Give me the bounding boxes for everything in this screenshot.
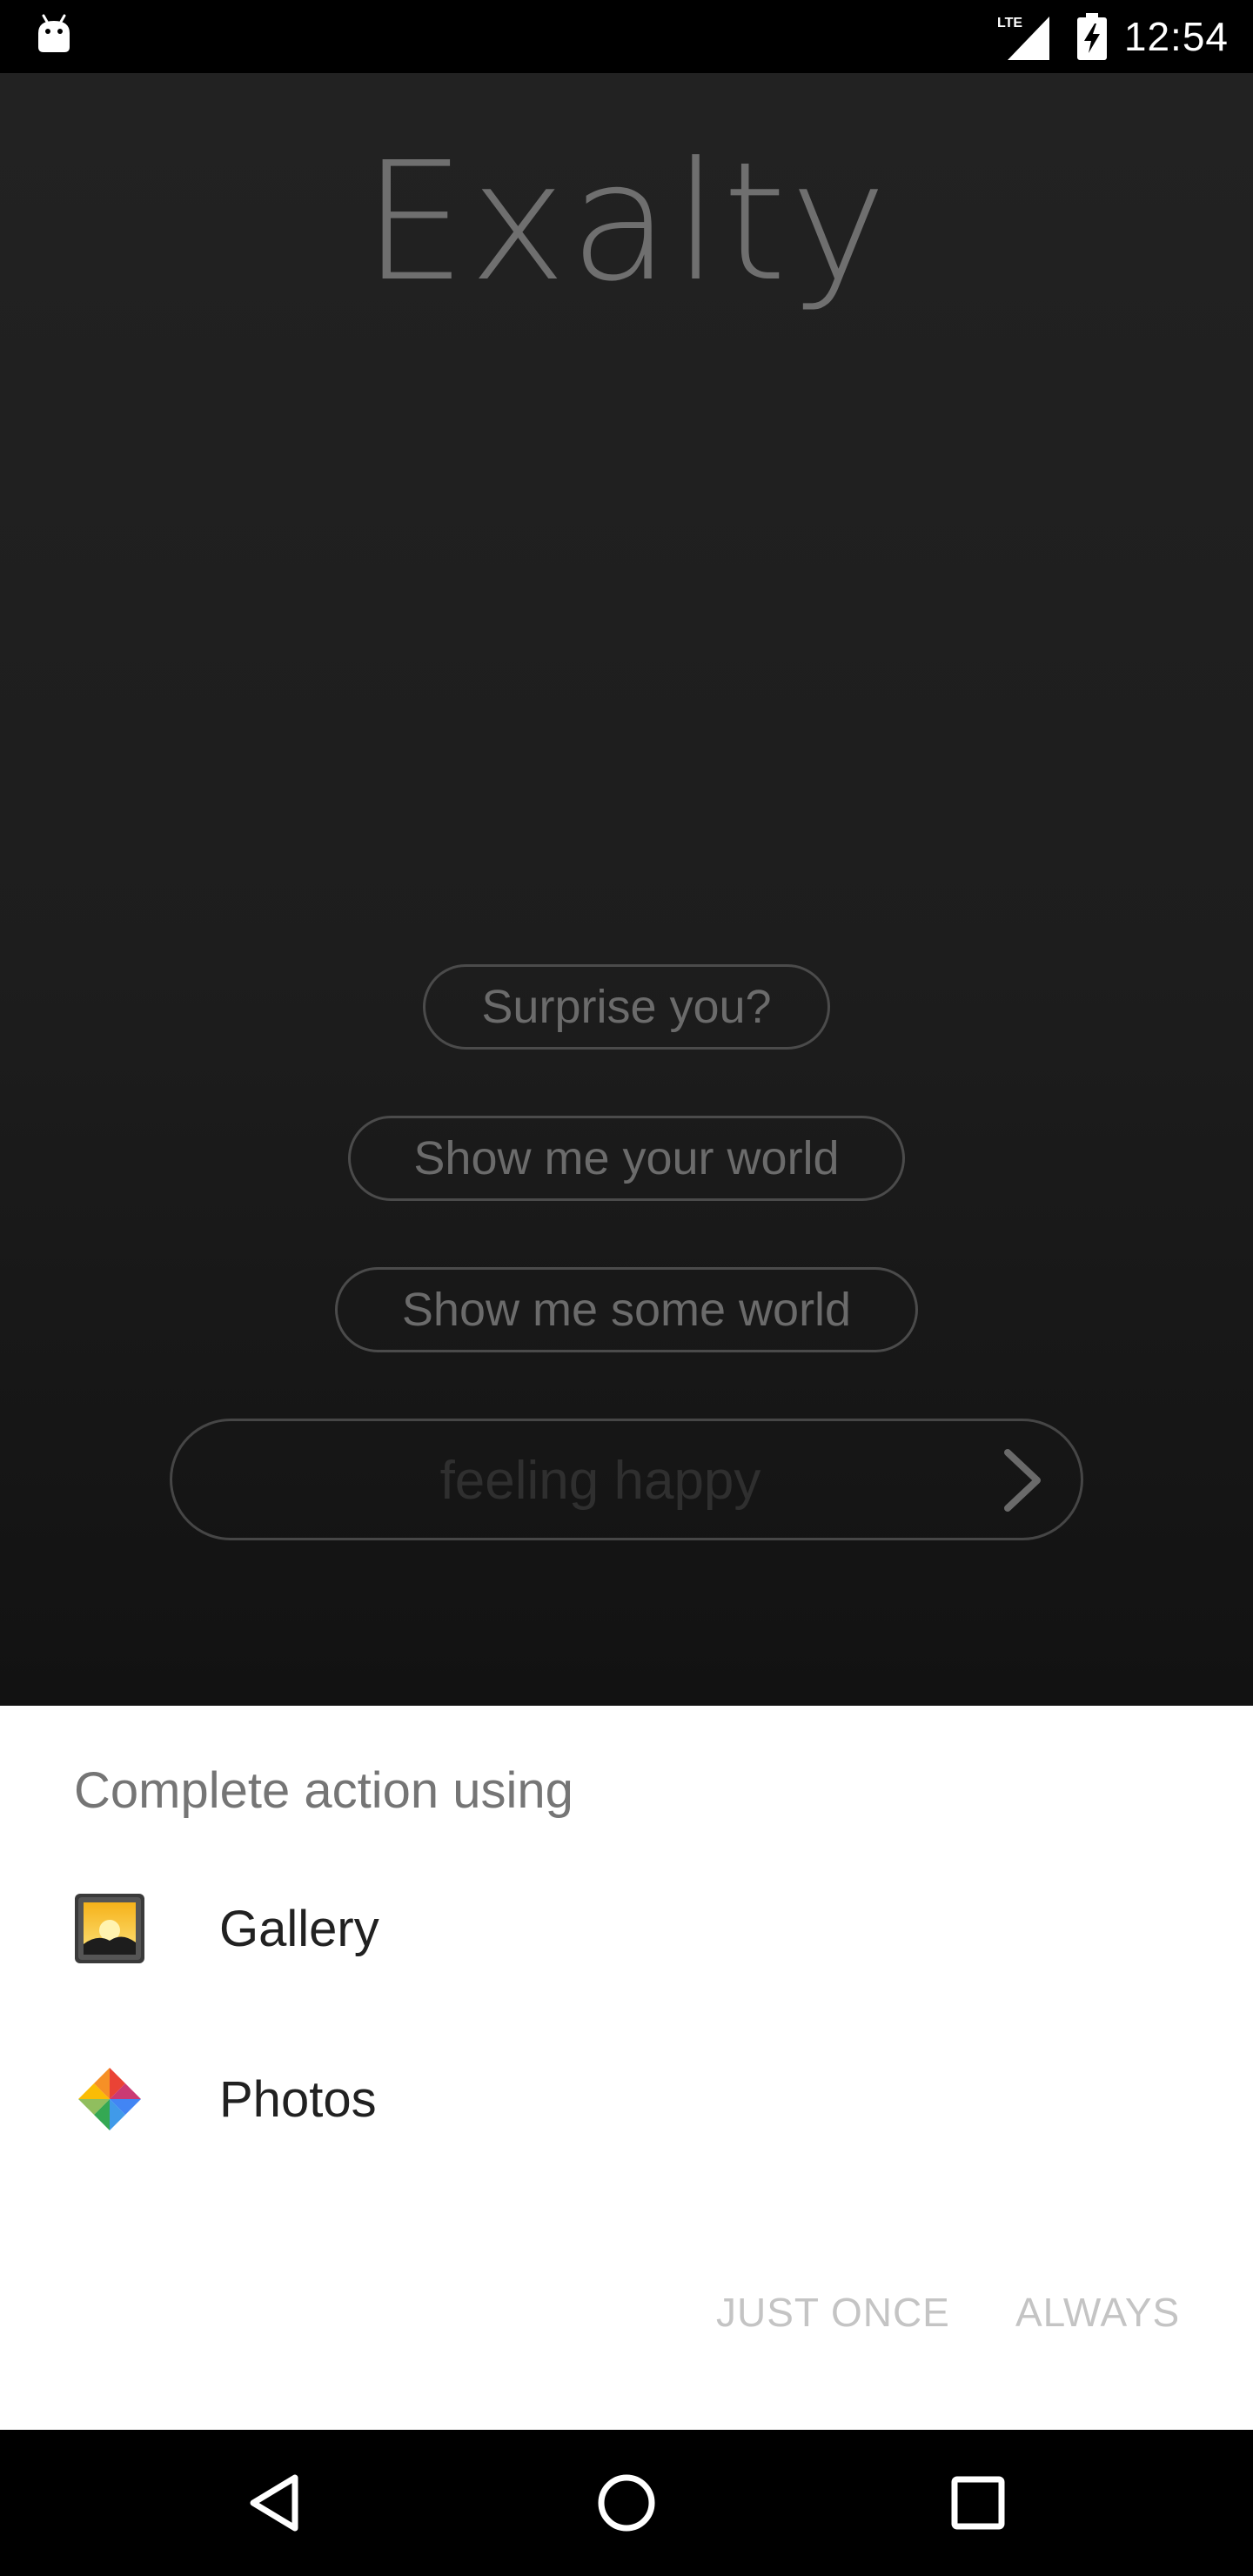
show-me-some-world-button[interactable]: Show me some world (335, 1267, 918, 1352)
status-bar: LTE 12:54 (0, 0, 1253, 73)
status-icons: LTE 12:54 (997, 0, 1229, 73)
chooser-title: Complete action using (74, 1762, 573, 1819)
back-button[interactable] (233, 2461, 317, 2545)
lte-label: LTE (997, 16, 1022, 30)
app-background: Exalty Surprise you? Show me your world … (0, 73, 1253, 1706)
always-button[interactable]: ALWAYS (1015, 2289, 1180, 2336)
lte-signal-icon: LTE (997, 16, 1049, 60)
screen: LTE 12:54 Exalty Surprise you? Show me y… (0, 0, 1253, 2576)
home-icon (598, 2474, 655, 2532)
mood-search-box (170, 1419, 1083, 1540)
home-button[interactable] (585, 2461, 668, 2545)
chooser-item-photos[interactable]: Photos (0, 2014, 1253, 2184)
photos-pinwheel-icon (78, 2068, 141, 2130)
chooser-item-gallery[interactable]: Gallery (0, 1843, 1253, 2014)
battery-charging-icon (1076, 13, 1107, 60)
mood-input[interactable] (312, 1440, 889, 1520)
back-icon (250, 2474, 298, 2532)
app-chooser-sheet: Complete action using Gallery Photos JUS… (0, 1706, 1253, 2430)
gallery-icon (75, 1894, 144, 1963)
app-title: Exalty (362, 127, 891, 318)
recents-button[interactable] (936, 2461, 1020, 2545)
chooser-item-label: Gallery (219, 1900, 379, 1957)
chooser-item-label: Photos (219, 2070, 377, 2128)
chevron-right-icon[interactable] (988, 1447, 1055, 1513)
clock: 12:54 (1123, 14, 1229, 59)
surprise-you-button[interactable]: Surprise you? (423, 964, 830, 1050)
navigation-bar (0, 2430, 1253, 2576)
show-me-your-world-button[interactable]: Show me your world (348, 1116, 905, 1201)
android-notification-icon (38, 14, 70, 52)
just-once-button[interactable]: JUST ONCE (716, 2289, 950, 2336)
recents-icon (951, 2476, 1005, 2530)
